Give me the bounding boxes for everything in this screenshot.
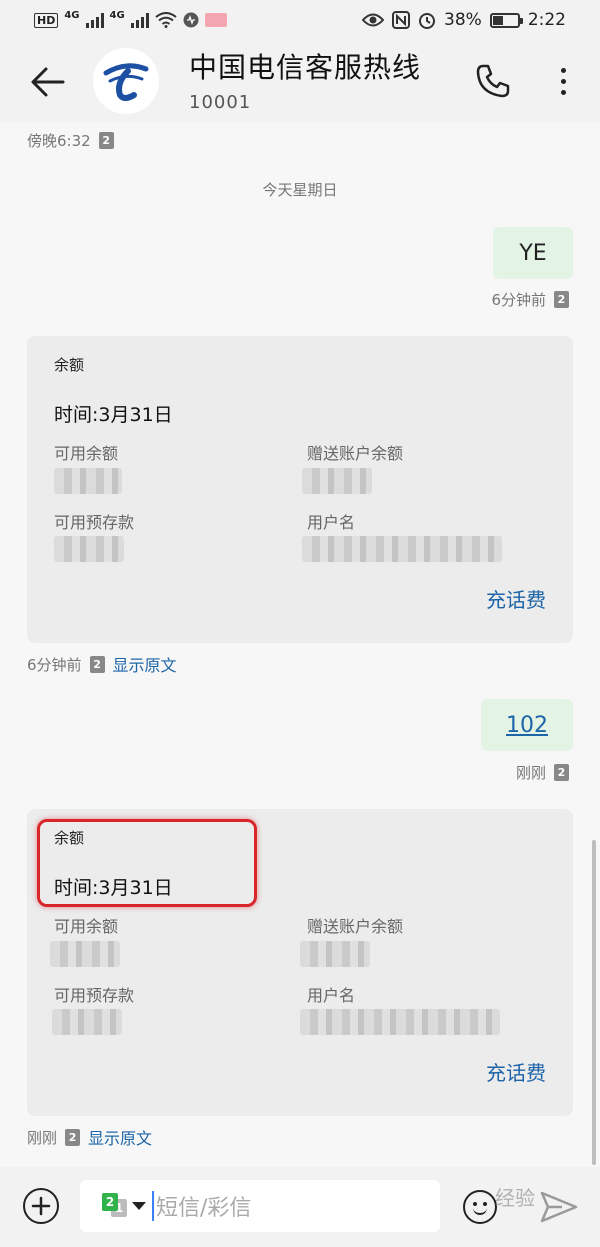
redacted-value bbox=[300, 941, 370, 967]
signal-icon-2 bbox=[130, 12, 149, 28]
message-time: 6分钟前 bbox=[27, 655, 82, 674]
card-heading: 余额 bbox=[54, 356, 85, 374]
redacted-value bbox=[54, 536, 124, 562]
message-input[interactable]: 1 2 短信/彩信 bbox=[80, 1180, 440, 1232]
plus-icon bbox=[31, 1196, 51, 1216]
message-placeholder: 短信/彩信 bbox=[156, 1196, 252, 1221]
china-telecom-logo-icon bbox=[103, 63, 149, 101]
message-meta: 刚刚 2 bbox=[516, 762, 569, 783]
card-time: 时间:3月31日 bbox=[54, 877, 173, 899]
more-options-button[interactable] bbox=[548, 60, 578, 102]
battery-percent: 38% bbox=[444, 10, 482, 30]
redacted-value bbox=[54, 468, 122, 494]
message-meta: 6分钟前 2 显示原文 bbox=[27, 652, 177, 676]
sim-icon: 2 bbox=[98, 132, 114, 149]
back-arrow-icon bbox=[31, 67, 65, 97]
redacted-value bbox=[300, 1009, 500, 1035]
field-label: 赠送账户余额 bbox=[307, 444, 404, 463]
date-separator: 今天星期日 bbox=[262, 181, 338, 199]
field-label: 可用预存款 bbox=[54, 513, 135, 532]
message-meta: 刚刚 2 显示原文 bbox=[27, 1125, 152, 1149]
recharge-button[interactable]: 充话费 bbox=[486, 584, 546, 613]
field-label: 可用预存款 bbox=[54, 986, 135, 1005]
balance-card[interactable]: 余额 时间:3月31日 可用余额 赠送账户余额 可用预存款 用户名 充话费 bbox=[27, 336, 573, 643]
network-type-2: 4G bbox=[109, 9, 125, 21]
sim-icon: 2 bbox=[65, 1128, 81, 1146]
call-button[interactable] bbox=[472, 60, 514, 102]
add-attachment-button[interactable] bbox=[23, 1188, 59, 1224]
field-label: 可用余额 bbox=[54, 917, 119, 936]
scrollbar[interactable] bbox=[592, 840, 596, 1165]
sim-selector[interactable]: 1 2 bbox=[102, 1193, 146, 1219]
text-cursor bbox=[152, 1191, 154, 1221]
message-time: 刚刚 bbox=[515, 764, 546, 782]
watermark: 经验 bbox=[495, 1186, 535, 1210]
conversation-header: 中国电信客服热线 10001 bbox=[0, 40, 600, 122]
redacted-value bbox=[302, 536, 502, 562]
card-time: 时间:3月31日 bbox=[54, 404, 173, 426]
outgoing-message[interactable]: YE bbox=[493, 227, 573, 279]
sim-icon: 2 bbox=[554, 764, 569, 781]
sim-icon: 2 bbox=[554, 291, 569, 308]
show-original-link[interactable]: 显示原文 bbox=[113, 652, 177, 676]
emoji-button[interactable] bbox=[463, 1190, 497, 1224]
message-text-link[interactable]: 102 bbox=[506, 713, 548, 738]
message-meta: 6分钟前 2 bbox=[491, 289, 569, 310]
hd-icon: HD bbox=[34, 12, 59, 28]
clock: 2:22 bbox=[527, 10, 566, 30]
sim-card-icon: 1 2 bbox=[102, 1193, 128, 1219]
phone-icon bbox=[476, 64, 510, 98]
message-meta: 傍晚6:32 2 bbox=[27, 130, 114, 151]
balance-card[interactable]: 余额 时间:3月31日 可用余额 赠送账户余额 可用预存款 用户名 充话费 bbox=[27, 809, 573, 1116]
contact-name: 中国电信客服热线 bbox=[189, 51, 422, 84]
status-bar: HD 4G 4G 38% 2:22 bbox=[0, 0, 600, 40]
field-label: 可用余额 bbox=[54, 444, 119, 463]
send-icon[interactable] bbox=[540, 1191, 578, 1223]
redacted-value bbox=[50, 941, 120, 967]
show-original-link[interactable]: 显示原文 bbox=[88, 1125, 152, 1149]
wifi-icon bbox=[155, 12, 177, 28]
network-type-1: 4G bbox=[64, 9, 80, 21]
message-time: 刚刚 bbox=[27, 1128, 58, 1147]
back-button[interactable] bbox=[28, 62, 68, 102]
redacted-value bbox=[302, 468, 372, 494]
recharge-button[interactable]: 充话费 bbox=[486, 1057, 546, 1086]
redacted-value bbox=[52, 1009, 122, 1035]
alarm-icon bbox=[419, 13, 436, 29]
outgoing-message[interactable]: 102 bbox=[481, 699, 573, 751]
chevron-down-icon bbox=[132, 1202, 146, 1210]
conversation-list[interactable]: 傍晚6:32 2 今天星期日 YE 6分钟前 2 余额 时间:3月31日 可用余… bbox=[0, 122, 600, 1167]
message-time: 6分钟前 bbox=[491, 291, 546, 309]
sim-front-label: 2 bbox=[102, 1193, 118, 1211]
signal-icon bbox=[85, 12, 104, 28]
eye-icon bbox=[362, 13, 385, 27]
voice-icon bbox=[183, 12, 199, 28]
avatar[interactable] bbox=[93, 48, 159, 114]
field-label: 用户名 bbox=[307, 513, 356, 532]
nfc-icon bbox=[392, 11, 411, 29]
notification-icon bbox=[204, 13, 227, 27]
card-heading: 余额 bbox=[54, 829, 85, 847]
message-time: 傍晚6:32 bbox=[27, 132, 91, 150]
compose-bar: 1 2 短信/彩信 经验 bbox=[0, 1167, 600, 1247]
contact-number: 10001 bbox=[189, 92, 252, 113]
battery-icon bbox=[489, 12, 523, 28]
sim-icon: 2 bbox=[89, 655, 105, 673]
field-label: 用户名 bbox=[307, 986, 356, 1005]
field-label: 赠送账户余额 bbox=[307, 917, 404, 936]
message-text: YE bbox=[519, 240, 547, 266]
